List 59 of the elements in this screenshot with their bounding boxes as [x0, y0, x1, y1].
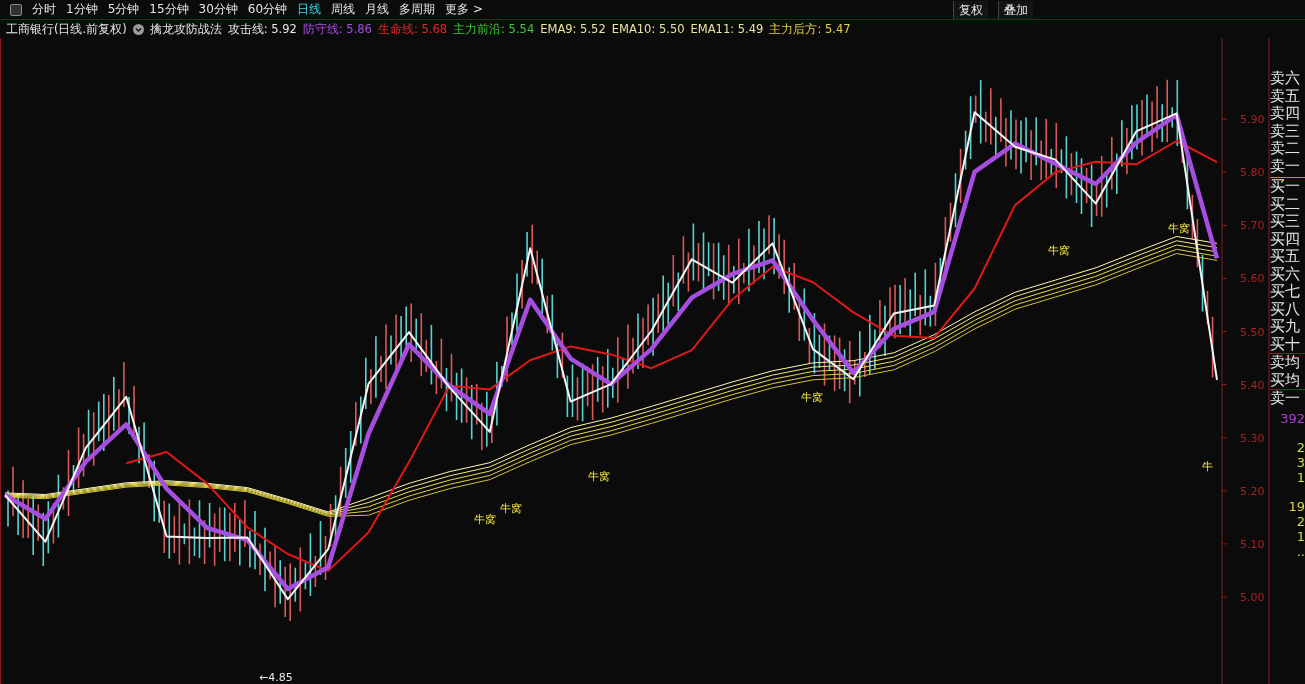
line-value: : 5.52	[572, 22, 606, 36]
signal-label: 牛窝	[801, 391, 823, 404]
quote-value: ..	[1296, 543, 1305, 559]
line-name: EMA9	[540, 22, 573, 36]
signal-label: 牛窝	[588, 470, 610, 483]
low-price-label: ←4.85	[259, 671, 293, 684]
bid-level-label: 买三	[1270, 213, 1301, 231]
bid-level-label: 买八	[1270, 300, 1301, 318]
quote-value: 2	[1296, 513, 1305, 529]
line-name: 攻击线	[227, 21, 264, 37]
bid-level-label: 买一	[1270, 178, 1301, 196]
ask-level-label: 卖五	[1270, 87, 1301, 105]
quote-value: 3	[1296, 454, 1305, 470]
signal-label: 牛窝	[1048, 244, 1070, 257]
bid-level-label: 买四	[1270, 230, 1301, 248]
line-value: : 5.54	[501, 21, 535, 37]
price-axis-label: 5.90	[1240, 113, 1265, 127]
average-label: 卖均	[1270, 354, 1301, 372]
bid-level-label: 买七	[1270, 283, 1301, 301]
line-value: : 5.92	[263, 21, 297, 37]
bid-level-label: 买六	[1270, 265, 1301, 283]
line-value: : 5.50	[651, 22, 685, 36]
stock-title: 工商银行(日线.前复权)	[6, 21, 127, 37]
price-axis-label: 5.20	[1240, 484, 1265, 498]
quote-value: 1	[1296, 528, 1305, 544]
indicator-name: 擒龙攻防战法	[149, 21, 222, 37]
ask-level-label: 卖四	[1270, 105, 1301, 123]
line-name: 防守线	[302, 21, 339, 37]
price-axis-label: 5.30	[1240, 431, 1265, 445]
signal-label: 牛窝	[474, 513, 496, 526]
line-value: : 5.49	[730, 22, 764, 36]
ask-level-label: 卖六	[1270, 70, 1301, 88]
price-axis-label: 5.40	[1240, 378, 1265, 392]
volume-value: 392	[1279, 410, 1305, 426]
last-ask-label: 卖一	[1270, 390, 1301, 408]
quote-value: 2	[1296, 439, 1305, 455]
line-value: : 5.68	[413, 21, 448, 37]
quote-value: 19	[1288, 498, 1305, 514]
price-axis-label: 5.00	[1240, 590, 1265, 604]
price-axis-label: 5.10	[1240, 537, 1265, 551]
signal-label: 牛窝	[500, 502, 522, 515]
bid-level-label: 买五	[1270, 248, 1301, 266]
bid-level-label: 买九	[1270, 318, 1301, 336]
line-name: 生命线	[377, 21, 414, 37]
ask-level-label: 卖二	[1270, 140, 1301, 158]
price-axis-label: 5.50	[1240, 325, 1265, 339]
ask-level-label: 卖一	[1270, 157, 1301, 175]
price-axis-label: 5.60	[1240, 272, 1265, 286]
average-label: 买均	[1270, 371, 1301, 389]
signal-label: 牛窝	[1168, 222, 1190, 235]
signal-label: 牛	[1202, 460, 1213, 473]
quote-value: 1	[1296, 469, 1305, 485]
price-axis-label: 5.70	[1240, 219, 1265, 233]
bid-level-label: 买二	[1270, 195, 1301, 213]
price-axis-label: 5.80	[1240, 166, 1265, 180]
line-value: : 5.86	[338, 21, 372, 37]
bid-level-label: 买十	[1270, 335, 1301, 353]
ask-level-label: 卖三	[1270, 122, 1301, 140]
line-value: : 5.47	[817, 21, 851, 37]
